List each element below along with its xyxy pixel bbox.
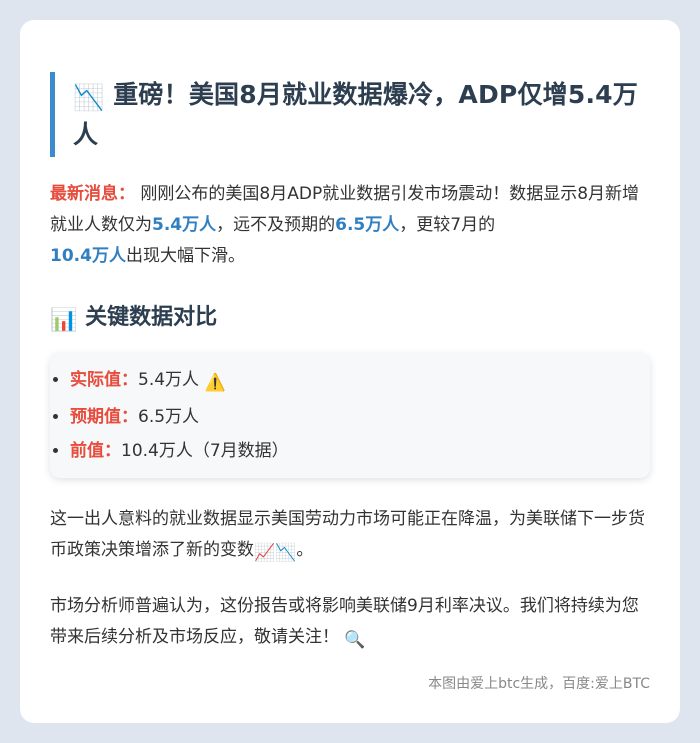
bar-chart-icon: 📊 — [50, 308, 78, 333]
section-heading-text: 关键数据对比 — [85, 305, 218, 330]
comparison-list: 实际值：5.4万人 ⚠️ 预期值：6.5万人 前值：10.4万人（7月数据） — [50, 363, 632, 468]
expected-value-highlight: 6.5万人 — [335, 215, 400, 235]
section-heading: 📊 关键数据对比 — [50, 302, 650, 337]
comparison-key: 前值： — [70, 441, 121, 461]
chart-increasing-icon: 📈 — [254, 543, 276, 563]
analysis-paragraph: 这一出人意料的就业数据显示美国劳动力市场可能正在降温，为美联储下一步货币政策决策… — [50, 504, 650, 569]
chart-decreasing-icon: 📉 — [275, 543, 297, 563]
analysis-end: 。 — [296, 540, 314, 560]
comparison-box: 实际值：5.4万人 ⚠️ 预期值：6.5万人 前值：10.4万人（7月数据） — [50, 353, 650, 478]
comparison-key: 实际值： — [70, 370, 138, 390]
news-label: 最新消息： — [50, 184, 135, 204]
chart-decreasing-icon: 📉 — [73, 83, 105, 112]
comparison-item-previous: 前值：10.4万人（7月数据） — [70, 434, 632, 468]
comparison-item-actual: 实际值：5.4万人 ⚠️ — [70, 363, 632, 400]
article-card: 📉 重磅！美国8月就业数据爆冷，ADP仅增5.4万人 最新消息： 刚刚公布的美国… — [20, 20, 680, 723]
analysis-text: 这一出人意料的就业数据显示美国劳动力市场可能正在降温，为美联储下一步货币政策决策… — [50, 509, 645, 560]
intro-text-4: 出现大幅下滑。 — [125, 246, 245, 266]
footer-credit: 本图由爱上btc生成，百度:爱上BTC — [428, 676, 650, 692]
magnifier-icon: 🔍 — [344, 630, 366, 650]
comparison-item-expected: 预期值：6.5万人 — [70, 400, 632, 434]
intro-paragraph: 最新消息： 刚刚公布的美国8月ADP就业数据引发市场震动！数据显示8月新增就业人… — [50, 179, 650, 272]
actual-value-highlight: 5.4万人 — [152, 215, 217, 235]
article-title: 📉 重磅！美国8月就业数据爆冷，ADP仅增5.4万人 — [50, 72, 650, 157]
comparison-value: 5.4万人 — [138, 370, 200, 390]
warning-icon: ⚠️ — [204, 373, 226, 393]
previous-value-highlight: 10.4万人 — [50, 246, 126, 266]
outlook-paragraph: 市场分析师普遍认为，这份报告或将影响美联储9月利率决议。我们将持续为您带来后续分… — [50, 591, 650, 656]
comparison-key: 预期值： — [70, 407, 138, 427]
intro-text-2: ，远不及预期的 — [216, 215, 336, 235]
title-text: 重磅！美国8月就业数据爆冷，ADP仅增5.4万人 — [73, 80, 638, 149]
comparison-value: 6.5万人 — [138, 407, 200, 427]
comparison-value: 10.4万人（7月数据） — [121, 441, 289, 461]
intro-text-3: ，更较7月的 — [399, 215, 496, 235]
